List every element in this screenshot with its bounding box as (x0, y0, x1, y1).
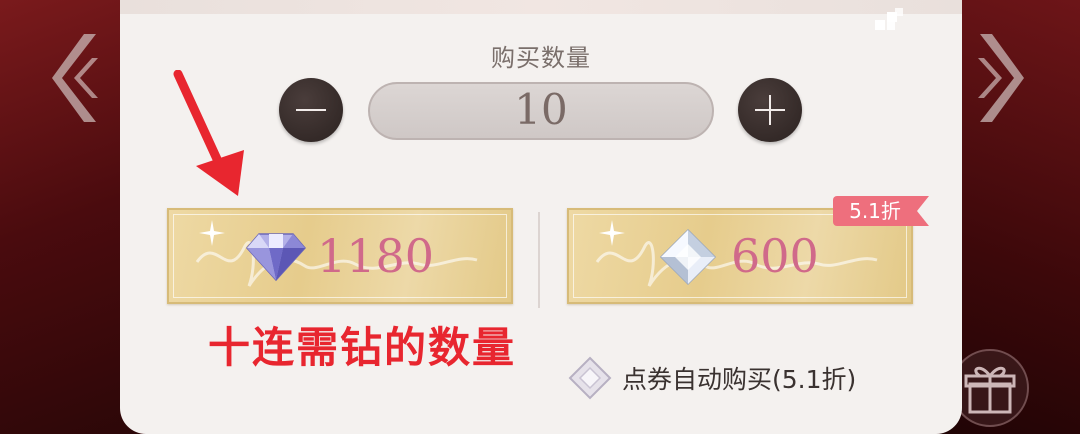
quantity-title: 购买数量 (491, 44, 591, 72)
diamond-price-value: 1180 (317, 229, 435, 283)
voucher-crystal-icon (659, 228, 717, 286)
gift-icon[interactable] (950, 348, 1030, 428)
next-arrow-icon[interactable] (968, 28, 1024, 128)
sparkle-icon (199, 220, 225, 246)
decrease-quantity-button[interactable] (279, 78, 343, 142)
previous-arrow-icon[interactable] (52, 28, 108, 128)
purchase-panel: 购买数量 10 1180 600 5.1折 十连需钻的数量 点券自动购买(5.1… (120, 0, 962, 434)
script-watermark-icon (195, 241, 478, 287)
pixel-deco-icon (875, 8, 903, 30)
auto-buy-label: 点券自动购买(5.1折) (622, 365, 857, 394)
panel-top-strip (120, 0, 962, 14)
red-arrow-annotation-icon (173, 70, 244, 196)
voucher-price-value: 600 (731, 229, 819, 283)
annotation-label: 十连需钻的数量 (208, 323, 517, 372)
options-divider (538, 212, 540, 308)
increase-quantity-button[interactable] (738, 78, 802, 142)
plus-icon (769, 95, 771, 125)
minus-icon (296, 109, 326, 111)
sparkle-icon (599, 220, 625, 246)
script-watermark-icon (595, 241, 878, 287)
checkbox-diamond-icon[interactable] (568, 356, 612, 400)
diamond-icon (246, 233, 306, 282)
diamond-price-option[interactable]: 1180 (167, 208, 513, 304)
quantity-field[interactable]: 10 (368, 82, 714, 140)
discount-badge: 5.1折 (833, 196, 929, 226)
